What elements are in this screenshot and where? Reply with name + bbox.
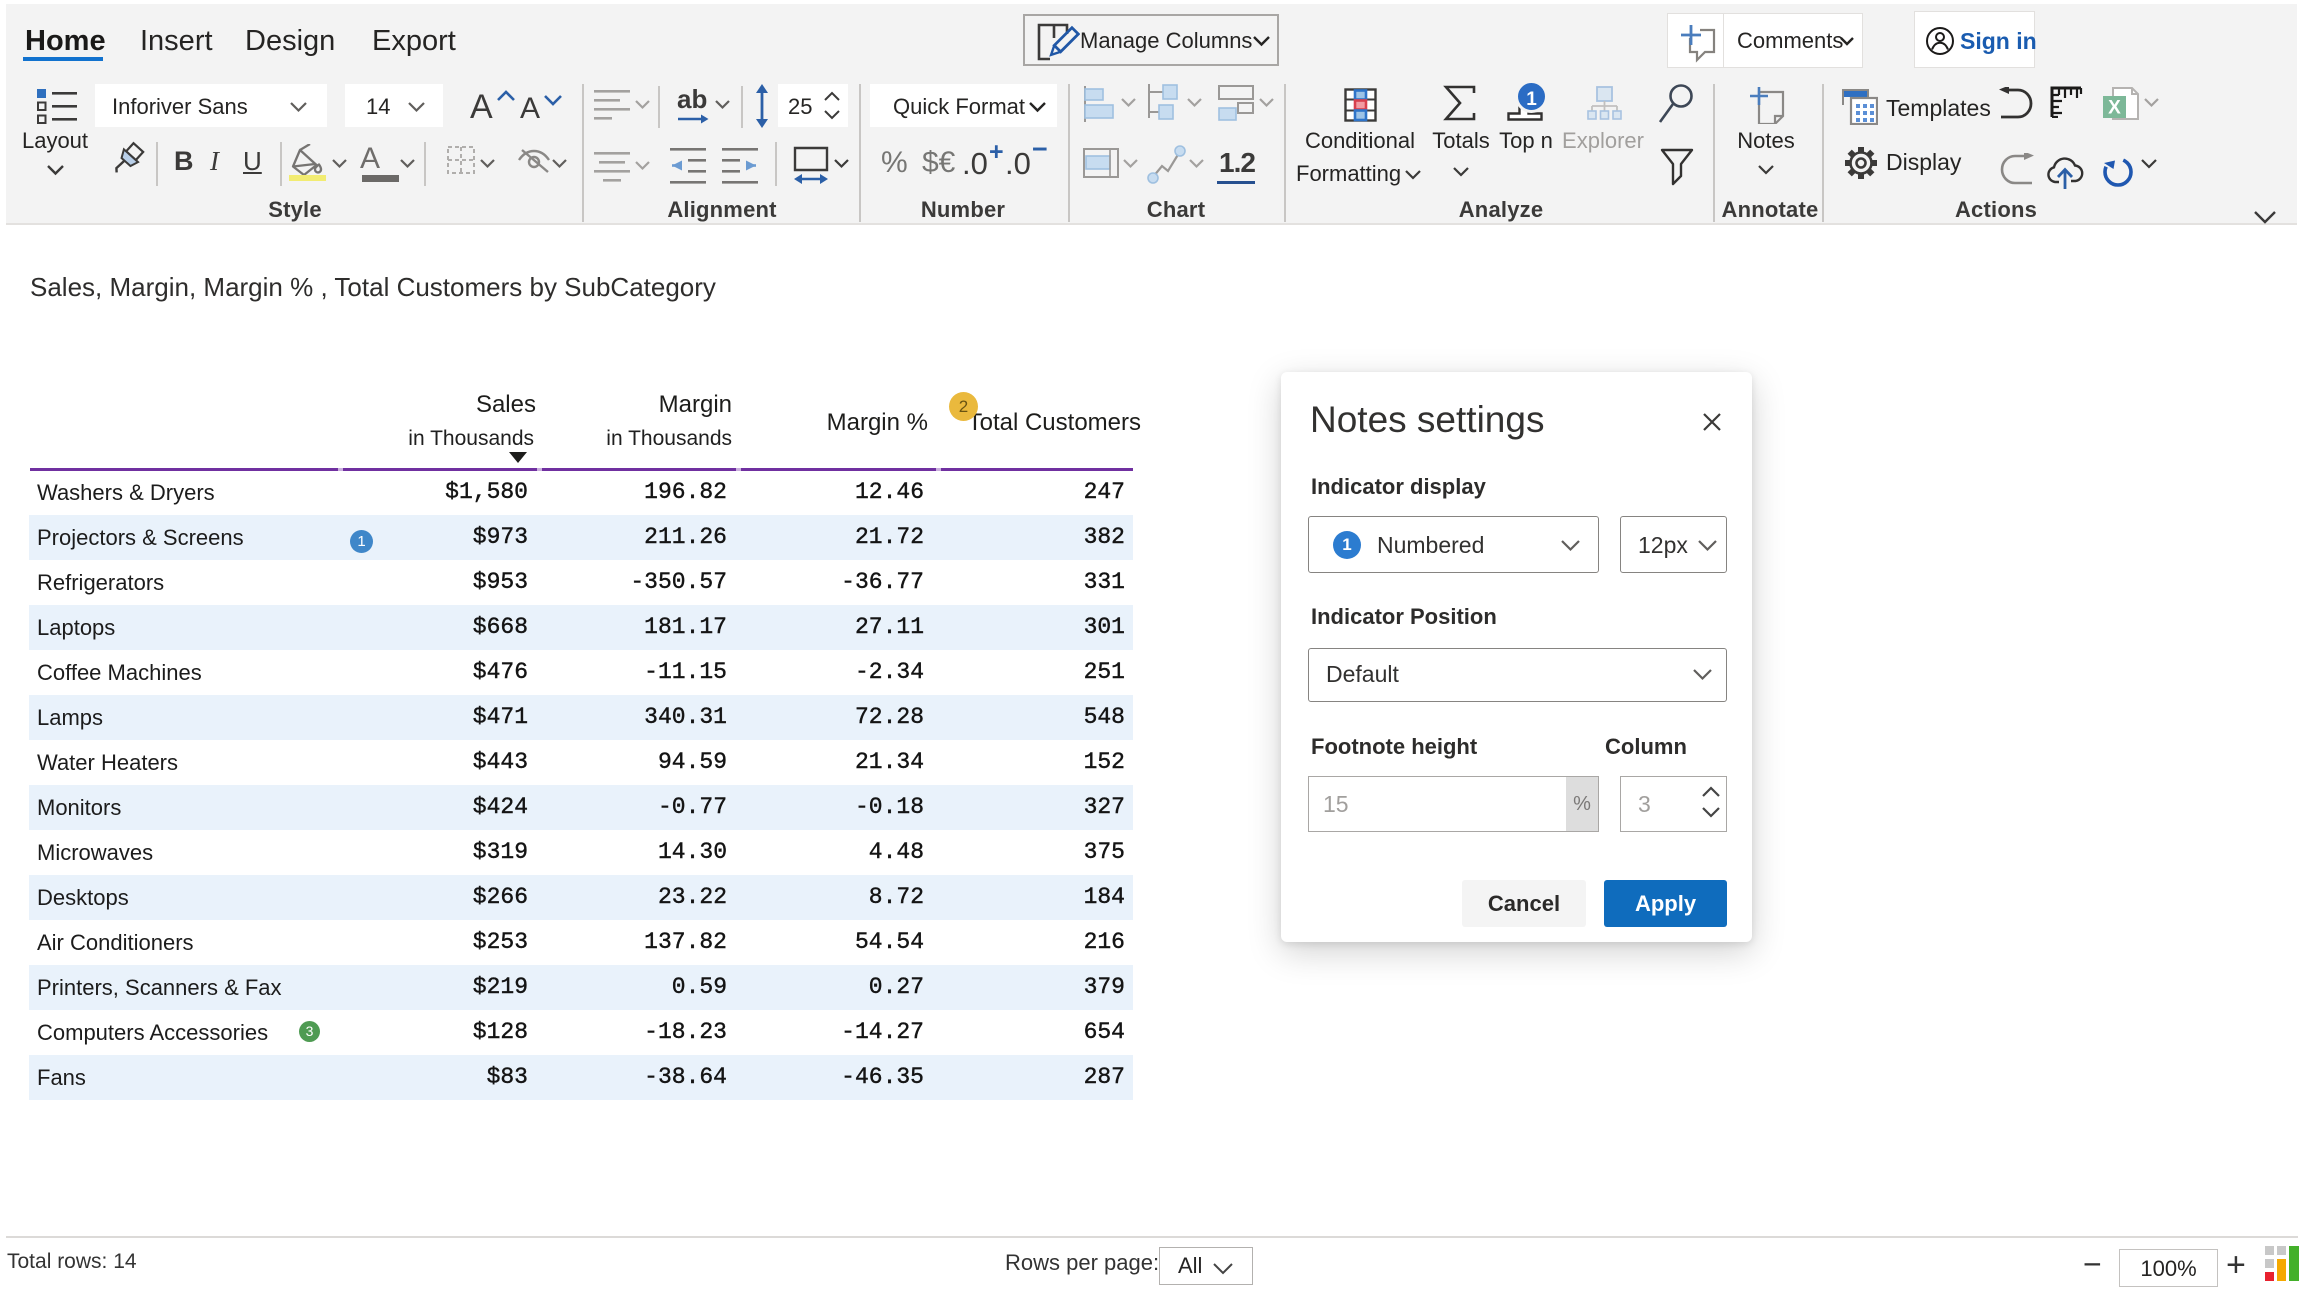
svg-text:X: X — [2108, 98, 2121, 119]
